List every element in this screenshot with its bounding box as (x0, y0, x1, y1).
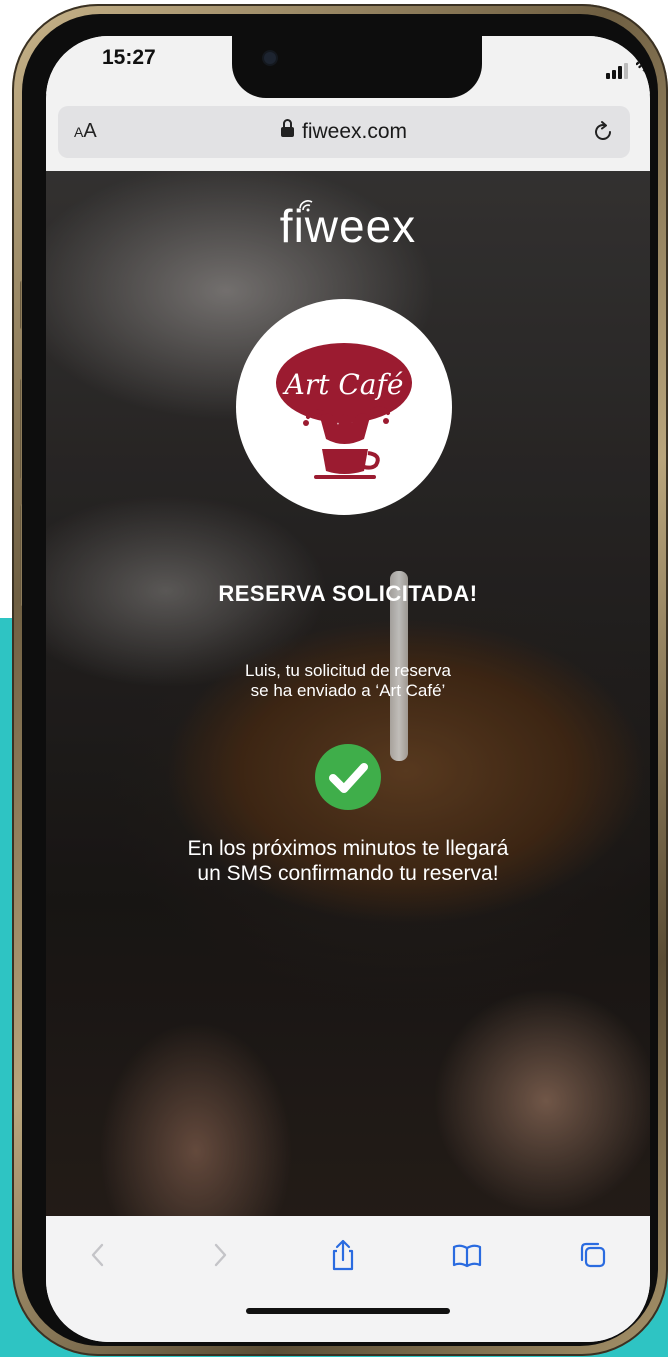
front-camera (264, 52, 276, 64)
confirmation-message: Luis, tu solicitud de reserva se ha envi… (46, 661, 650, 701)
sms-line-1: En los próximos minutos te llegará (187, 837, 509, 860)
cafe-logo-graphic: Art Café (276, 343, 412, 479)
logo-text: Art Café (282, 368, 404, 401)
bookmarks-icon[interactable] (450, 1238, 484, 1272)
lock-icon (280, 119, 294, 137)
browser-toolbar (46, 1216, 650, 1342)
message-line-1: Luis, tu solicitud de reserva (245, 661, 451, 680)
brand-logo: fiweex (279, 200, 417, 252)
phone-screen: 15:27 AA fiweex.com fiweex Art Café RESE… (46, 36, 650, 1342)
tabs-icon[interactable] (576, 1238, 610, 1272)
page-content: fiweex Art Café RESERVA SOLICITADA! Luis… (46, 171, 650, 1216)
message-line-2: se ha enviado a ‘Art Café’ (250, 681, 446, 700)
home-indicator[interactable] (246, 1308, 450, 1314)
back-icon[interactable] (82, 1238, 116, 1272)
phone-frame: 15:27 AA fiweex.com fiweex Art Café RESE… (12, 4, 668, 1356)
art-cafe-logo: Art Café (236, 299, 452, 515)
sms-notice: En los próximos minutos te llegará un SM… (46, 836, 650, 886)
page-title: RESERVA SOLICITADA! (218, 581, 478, 606)
url-text: fiweex.com (301, 120, 408, 143)
url-field[interactable]: fiweex.com (58, 119, 630, 144)
camera-notch (232, 36, 482, 98)
address-bar[interactable]: AA fiweex.com (58, 106, 630, 158)
share-icon[interactable] (326, 1238, 360, 1272)
reload-icon[interactable] (590, 118, 616, 144)
wifi-icon (636, 59, 650, 74)
status-time: 15:27 (102, 46, 156, 69)
forward-icon[interactable] (202, 1238, 236, 1272)
sms-line-2: un SMS confirmando tu reserva! (197, 862, 499, 885)
success-check-icon (315, 744, 381, 810)
